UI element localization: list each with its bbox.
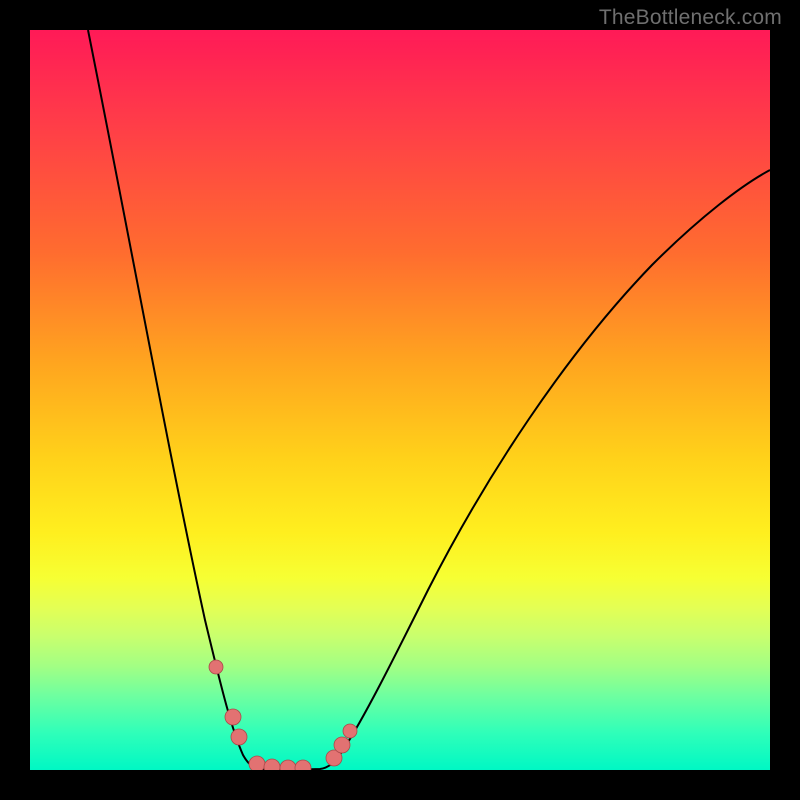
data-marker [225,709,241,725]
curve-left-branch [88,30,286,770]
data-marker [231,729,247,745]
outer-frame: TheBottleneck.com [0,0,800,800]
data-marker [249,756,265,770]
curve-layer [30,30,770,770]
plot-area [30,30,770,770]
data-marker [334,737,350,753]
data-marker [280,760,296,770]
data-marker [209,660,223,674]
data-marker [264,759,280,770]
curve-right-branch [286,170,770,770]
data-marker [343,724,357,738]
data-marker [295,760,311,770]
watermark-text: TheBottleneck.com [599,6,782,30]
